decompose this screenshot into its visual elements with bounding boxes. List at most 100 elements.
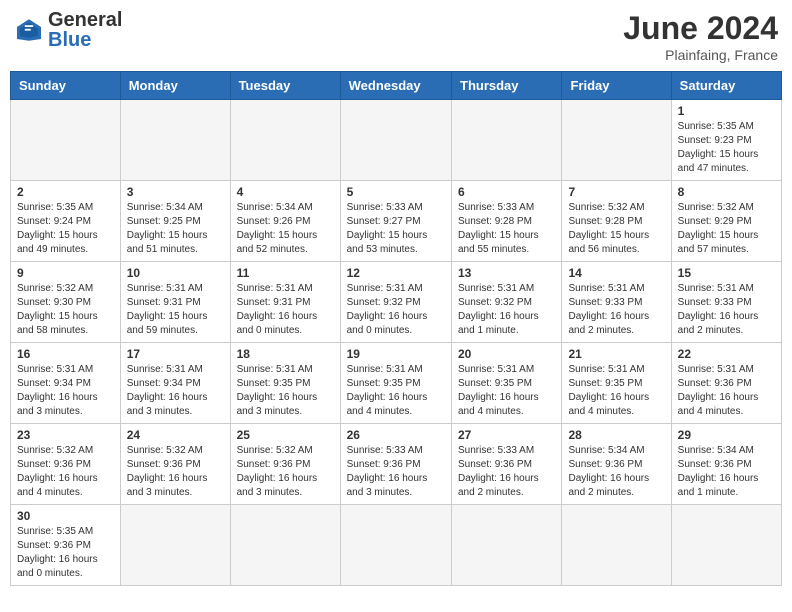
day-info: Sunrise: 5:33 AM Sunset: 9:27 PM Dayligh… — [347, 201, 445, 257]
calendar-week-row: 30 Sunrise: 5:35 AM Sunset: 9:36 PM Dayli… — [11, 505, 782, 586]
calendar-cell: 22 Sunrise: 5:31 AM Sunset: 9:36 PM Dayli… — [671, 343, 781, 424]
day-number: 18 — [237, 347, 334, 361]
logo-text: General — [48, 10, 122, 30]
logo: General Blue — [14, 10, 122, 50]
day-info: Sunrise: 5:34 AM Sunset: 9:25 PM Dayligh… — [127, 201, 224, 257]
calendar-cell: 3 Sunrise: 5:34 AM Sunset: 9:25 PM Daylig… — [120, 181, 230, 262]
calendar-cell: 20 Sunrise: 5:31 AM Sunset: 9:35 PM Dayli… — [452, 343, 562, 424]
day-info: Sunrise: 5:31 AM Sunset: 9:31 PM Dayligh… — [237, 282, 334, 338]
calendar-cell — [120, 505, 230, 586]
day-info: Sunrise: 5:33 AM Sunset: 9:28 PM Dayligh… — [458, 201, 555, 257]
calendar-cell — [120, 100, 230, 181]
calendar-cell: 6 Sunrise: 5:33 AM Sunset: 9:28 PM Daylig… — [452, 181, 562, 262]
day-info: Sunrise: 5:32 AM Sunset: 9:36 PM Dayligh… — [17, 444, 114, 500]
day-info: Sunrise: 5:31 AM Sunset: 9:35 PM Dayligh… — [237, 363, 334, 419]
calendar-cell: 11 Sunrise: 5:31 AM Sunset: 9:31 PM Dayli… — [230, 262, 340, 343]
calendar-week-row: 16Sunrise: 5:31 AM Sunset: 9:34 PM Dayli… — [11, 343, 782, 424]
day-number: 2 — [17, 185, 114, 199]
day-info: Sunrise: 5:31 AM Sunset: 9:33 PM Dayligh… — [568, 282, 664, 338]
day-number: 11 — [237, 266, 334, 280]
day-number: 30 — [17, 509, 114, 523]
day-info: Sunrise: 5:34 AM Sunset: 9:36 PM Dayligh… — [678, 444, 775, 500]
day-number: 10 — [127, 266, 224, 280]
calendar-cell: 25 Sunrise: 5:32 AM Sunset: 9:36 PM Dayli… — [230, 424, 340, 505]
calendar-cell: 9Sunrise: 5:32 AM Sunset: 9:30 PM Daylig… — [11, 262, 121, 343]
day-number: 22 — [678, 347, 775, 361]
day-info: Sunrise: 5:31 AM Sunset: 9:35 PM Dayligh… — [568, 363, 664, 419]
day-number: 20 — [458, 347, 555, 361]
day-info: Sunrise: 5:31 AM Sunset: 9:35 PM Dayligh… — [458, 363, 555, 419]
day-header-wednesday: Wednesday — [340, 72, 451, 100]
day-number: 24 — [127, 428, 224, 442]
calendar-week-row: 9Sunrise: 5:32 AM Sunset: 9:30 PM Daylig… — [11, 262, 782, 343]
calendar-cell — [562, 505, 671, 586]
location-subtitle: Plainfaing, France — [623, 47, 778, 63]
day-number: 13 — [458, 266, 555, 280]
calendar-header-row: SundayMondayTuesdayWednesdayThursdayFrid… — [11, 72, 782, 100]
calendar-cell: 17Sunrise: 5:31 AM Sunset: 9:34 PM Dayli… — [120, 343, 230, 424]
month-year-title: June 2024 — [623, 10, 778, 47]
day-number: 6 — [458, 185, 555, 199]
calendar-cell: 14 Sunrise: 5:31 AM Sunset: 9:33 PM Dayli… — [562, 262, 671, 343]
calendar-cell — [230, 505, 340, 586]
calendar-cell: 4 Sunrise: 5:34 AM Sunset: 9:26 PM Daylig… — [230, 181, 340, 262]
day-info: Sunrise: 5:31 AM Sunset: 9:34 PM Dayligh… — [127, 363, 224, 419]
calendar-cell: 7Sunrise: 5:32 AM Sunset: 9:28 PM Daylig… — [562, 181, 671, 262]
day-number: 3 — [127, 185, 224, 199]
day-info: Sunrise: 5:35 AM Sunset: 9:24 PM Dayligh… — [17, 201, 114, 257]
day-info: Sunrise: 5:34 AM Sunset: 9:36 PM Dayligh… — [568, 444, 664, 500]
calendar-cell: 16Sunrise: 5:31 AM Sunset: 9:34 PM Dayli… — [11, 343, 121, 424]
day-info: Sunrise: 5:31 AM Sunset: 9:36 PM Dayligh… — [678, 363, 775, 419]
calendar-cell — [671, 505, 781, 586]
calendar-cell: 12 Sunrise: 5:31 AM Sunset: 9:32 PM Dayli… — [340, 262, 451, 343]
day-info: Sunrise: 5:34 AM Sunset: 9:26 PM Dayligh… — [237, 201, 334, 257]
day-number: 27 — [458, 428, 555, 442]
calendar-week-row: 2 Sunrise: 5:35 AM Sunset: 9:24 PM Daylig… — [11, 181, 782, 262]
calendar-cell: 23Sunrise: 5:32 AM Sunset: 9:36 PM Dayli… — [11, 424, 121, 505]
day-number: 15 — [678, 266, 775, 280]
day-number: 25 — [237, 428, 334, 442]
day-header-thursday: Thursday — [452, 72, 562, 100]
day-info: Sunrise: 5:32 AM Sunset: 9:36 PM Dayligh… — [237, 444, 334, 500]
calendar-cell — [452, 505, 562, 586]
day-number: 9 — [17, 266, 114, 280]
calendar-cell — [562, 100, 671, 181]
calendar-cell — [230, 100, 340, 181]
calendar-week-row: 1Sunrise: 5:35 AM Sunset: 9:23 PM Daylig… — [11, 100, 782, 181]
day-info: Sunrise: 5:31 AM Sunset: 9:32 PM Dayligh… — [458, 282, 555, 338]
day-info: Sunrise: 5:31 AM Sunset: 9:32 PM Dayligh… — [347, 282, 445, 338]
calendar-cell: 2 Sunrise: 5:35 AM Sunset: 9:24 PM Daylig… — [11, 181, 121, 262]
calendar-cell: 26Sunrise: 5:33 AM Sunset: 9:36 PM Dayli… — [340, 424, 451, 505]
day-info: Sunrise: 5:31 AM Sunset: 9:33 PM Dayligh… — [678, 282, 775, 338]
calendar-cell — [340, 505, 451, 586]
calendar-cell: 8 Sunrise: 5:32 AM Sunset: 9:29 PM Daylig… — [671, 181, 781, 262]
day-number: 19 — [347, 347, 445, 361]
day-number: 29 — [678, 428, 775, 442]
day-header-friday: Friday — [562, 72, 671, 100]
day-info: Sunrise: 5:35 AM Sunset: 9:23 PM Dayligh… — [678, 120, 775, 176]
day-info: Sunrise: 5:31 AM Sunset: 9:34 PM Dayligh… — [17, 363, 114, 419]
day-number: 4 — [237, 185, 334, 199]
calendar-cell: 29 Sunrise: 5:34 AM Sunset: 9:36 PM Dayli… — [671, 424, 781, 505]
day-info: Sunrise: 5:32 AM Sunset: 9:36 PM Dayligh… — [127, 444, 224, 500]
day-number: 12 — [347, 266, 445, 280]
calendar-cell: 1Sunrise: 5:35 AM Sunset: 9:23 PM Daylig… — [671, 100, 781, 181]
logo-blue-text: Blue — [48, 30, 122, 50]
calendar-cell: 15 Sunrise: 5:31 AM Sunset: 9:33 PM Dayli… — [671, 262, 781, 343]
day-header-tuesday: Tuesday — [230, 72, 340, 100]
calendar-cell — [452, 100, 562, 181]
calendar-cell — [11, 100, 121, 181]
day-number: 14 — [568, 266, 664, 280]
calendar-cell: 19Sunrise: 5:31 AM Sunset: 9:35 PM Dayli… — [340, 343, 451, 424]
calendar-cell — [340, 100, 451, 181]
day-number: 7 — [568, 185, 664, 199]
day-info: Sunrise: 5:35 AM Sunset: 9:36 PM Dayligh… — [17, 525, 114, 581]
day-header-saturday: Saturday — [671, 72, 781, 100]
calendar-cell: 24 Sunrise: 5:32 AM Sunset: 9:36 PM Dayli… — [120, 424, 230, 505]
day-header-monday: Monday — [120, 72, 230, 100]
calendar-cell: 13 Sunrise: 5:31 AM Sunset: 9:32 PM Dayli… — [452, 262, 562, 343]
calendar-cell: 10Sunrise: 5:31 AM Sunset: 9:31 PM Dayli… — [120, 262, 230, 343]
calendar-cell: 30 Sunrise: 5:35 AM Sunset: 9:36 PM Dayli… — [11, 505, 121, 586]
day-info: Sunrise: 5:32 AM Sunset: 9:29 PM Dayligh… — [678, 201, 775, 257]
day-number: 8 — [678, 185, 775, 199]
